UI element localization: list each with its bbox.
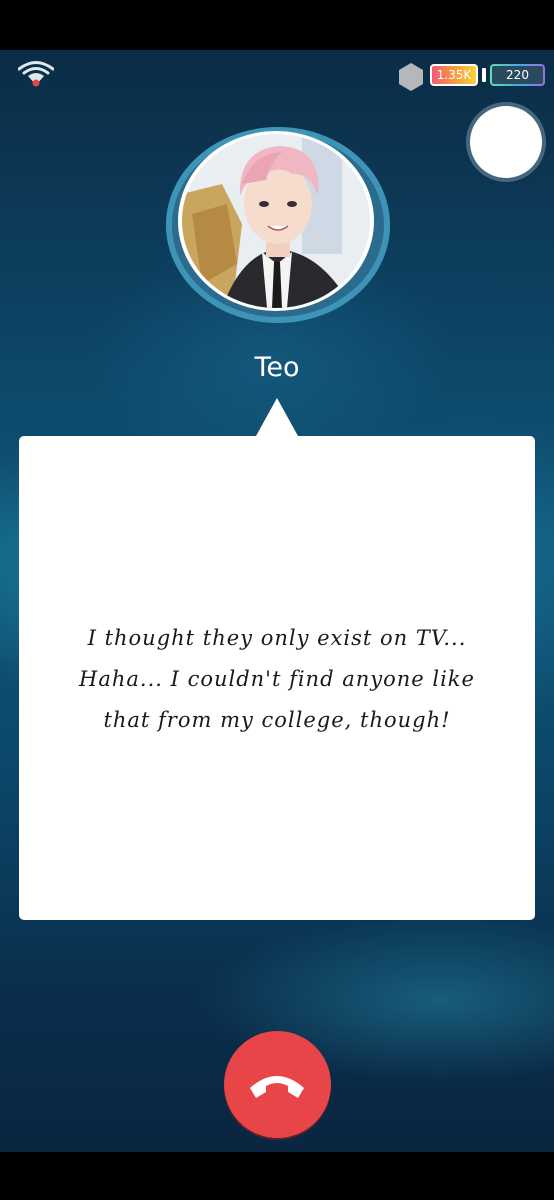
bottom-bezel <box>0 1152 554 1200</box>
call-screen: 1.35K 220 Teo I thought they only exist … <box>0 0 554 1200</box>
hourglass-counter[interactable]: 1.35K <box>430 64 478 86</box>
caller-name: Teo <box>254 352 300 383</box>
message-line: that from my college, though! <box>103 708 451 732</box>
message-line: I thought they only exist on TV... <box>87 626 467 650</box>
phone-hangup-icon[interactable] <box>244 1068 310 1104</box>
message-text: I thought they only exist on TV... Haha.… <box>40 618 514 741</box>
record-button[interactable] <box>470 106 542 178</box>
battery-tip <box>482 68 486 82</box>
hexagon-icon[interactable] <box>397 62 425 92</box>
caller-avatar <box>182 134 370 308</box>
top-bezel <box>0 0 554 50</box>
wifi-signal-icon <box>18 61 54 87</box>
battery-counter[interactable]: 220 <box>490 64 545 86</box>
caller-portrait-icon <box>182 134 370 308</box>
message-line: Haha... I couldn't find anyone like <box>79 667 475 691</box>
speech-bubble-tail <box>256 398 298 436</box>
